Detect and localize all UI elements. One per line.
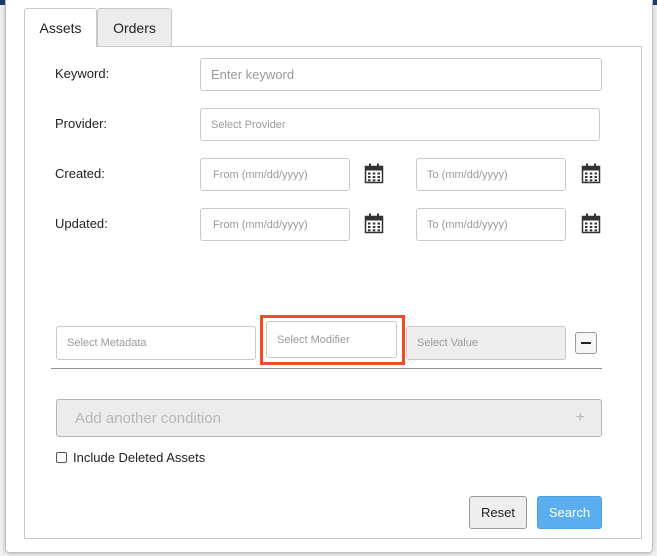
reset-button[interactable]: Reset [469, 496, 527, 529]
keyword-label: Keyword: [55, 66, 110, 81]
add-condition-button[interactable]: Add another condition + [56, 399, 602, 437]
tab-orders[interactable]: Orders [97, 8, 172, 46]
updated-label: Updated: [55, 216, 108, 231]
condition-divider [51, 368, 602, 369]
minus-icon [581, 342, 591, 344]
created-label: Created: [55, 166, 105, 181]
provider-select[interactable]: Select Provider [200, 108, 600, 141]
modifier-highlight-box [260, 315, 405, 365]
calendar-icon[interactable] [581, 213, 601, 234]
include-deleted-option[interactable]: Include Deleted Assets [56, 450, 205, 465]
value-select: Select Value [406, 326, 566, 360]
add-condition-label: Add another condition [75, 409, 221, 427]
tab-assets[interactable]: Assets [24, 8, 97, 47]
include-deleted-label: Include Deleted Assets [73, 450, 206, 465]
search-button[interactable]: Search [537, 496, 602, 529]
updated-from-input[interactable]: From (mm/dd/yyyy) [200, 208, 350, 241]
calendar-icon[interactable] [581, 163, 601, 184]
updated-to-input[interactable]: To (mm/dd/yyyy) [416, 208, 566, 241]
search-dialog: Assets Orders Keyword: Enter keyword Pro… [5, 0, 653, 553]
calendar-icon[interactable] [364, 163, 384, 184]
metadata-select[interactable]: Select Metadata [56, 326, 256, 360]
created-from-input[interactable]: From (mm/dd/yyyy) [200, 158, 350, 191]
created-to-input[interactable]: To (mm/dd/yyyy) [416, 158, 566, 191]
plus-icon: + [575, 409, 585, 426]
keyword-input[interactable]: Enter keyword [200, 58, 602, 91]
provider-label: Provider: [55, 116, 108, 131]
remove-condition-button[interactable] [575, 332, 597, 354]
include-deleted-checkbox[interactable] [56, 452, 67, 463]
calendar-icon[interactable] [364, 213, 384, 234]
